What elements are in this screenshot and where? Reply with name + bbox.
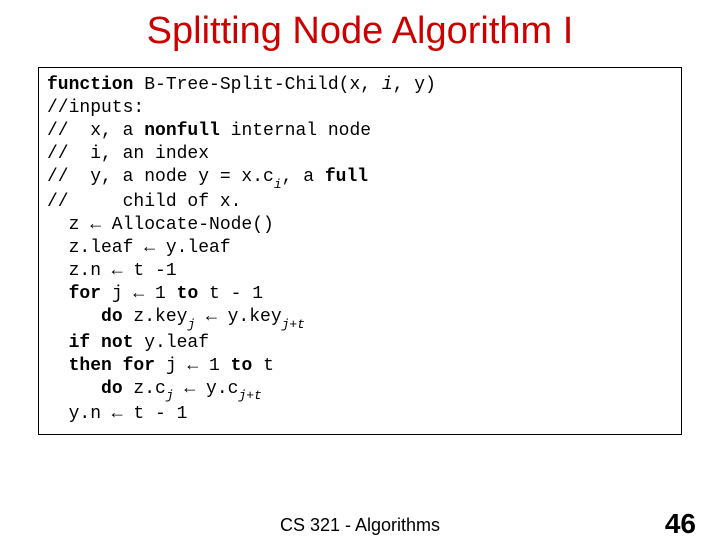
code-line: // y, a node y = x.ci, a full [47,167,368,187]
footer-text: CS 321 - Algorithms [0,515,720,536]
code-line: //inputs: [47,98,144,118]
code-line: do z.keyj ← y.keyj+t [47,307,305,327]
algorithm-box: function B-Tree-Split-Child(x, i, y) //i… [38,67,682,435]
page-number: 46 [665,508,696,540]
slide-title: Splitting Node Algorithm I [0,10,720,53]
code-line: z.leaf ← y.leaf [47,238,231,258]
code-line: // i, an index [47,144,209,164]
code-line: then for j ← 1 to t [47,356,274,376]
code-line: for j ← 1 to t - 1 [47,284,263,304]
code-line: do z.cj ← y.cj+t [47,379,262,399]
code-line: y.n ← t - 1 [47,404,187,424]
code-line: if not y.leaf [47,333,209,353]
code-line: // child of x. [47,192,241,212]
slide: Splitting Node Algorithm I function B-Tr… [0,10,720,540]
code-line: z.n ← t -1 [47,261,177,281]
code-line: // x, a nonfull internal node [47,121,371,141]
code-line: z ← Allocate-Node() [47,215,274,235]
code-line: function B-Tree-Split-Child(x, i, y) [47,75,436,95]
